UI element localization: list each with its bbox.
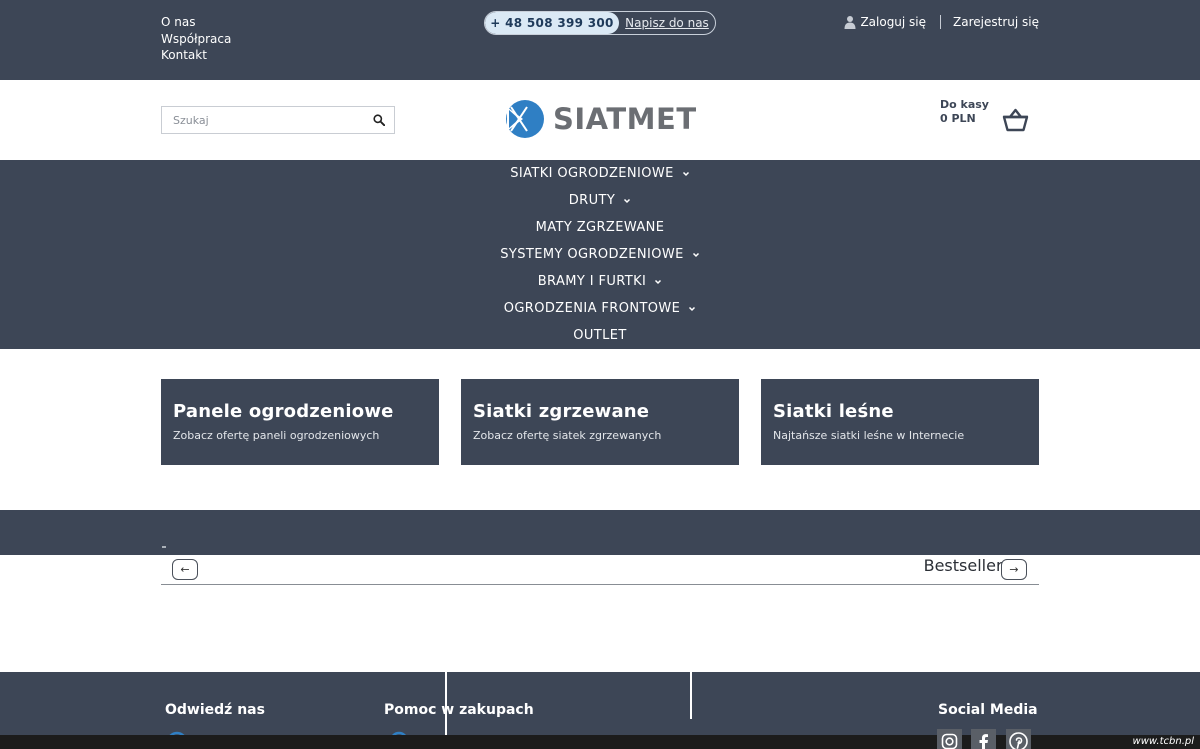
top-links: O nas Współpraca Kontakt [161,14,231,64]
bestsellers-header: ← Bestsellery → [161,555,1039,585]
footer-divider [445,672,447,740]
nav-item[interactable]: SIATKI OGRODZENIOWE [510,160,690,187]
footer-heading-help: Pomoc w zakupach [384,702,534,718]
tile-subtitle: Najtańsze siatki leśne w Internecie [773,429,965,442]
chevron-down-icon [624,198,631,203]
tile-forest-mesh[interactable]: Siatki leśne Najtańsze siatki leśne w In… [761,379,1039,465]
contact-pill: + 48 508 399 300 Napisz do nas [484,11,716,35]
search-input[interactable] [162,107,364,133]
register-link[interactable]: Zarejestruj się [953,15,1039,29]
search-button[interactable] [364,107,394,133]
link-contact[interactable]: Kontakt [161,47,231,64]
nav-item-label: SIATKI OGRODZENIOWE [510,166,674,181]
site-logo[interactable]: SIATMET [505,99,697,139]
tile-panels[interactable]: Panele ogrodzeniowe Zobacz ofertę paneli… [161,379,439,465]
auth-links: Zaloguj się Zarejestruj się [844,15,1039,29]
nav-item-label: MATY ZGRZEWANE [535,220,665,235]
cart-total: 0 PLN [940,112,976,125]
pinterest-icon [1009,732,1028,749]
login-link[interactable]: Zaloguj się [860,15,926,29]
chevron-down-icon [689,306,696,311]
next-arrow-button[interactable]: → [1001,559,1027,580]
instagram-icon [941,733,958,749]
footer-divider [690,672,692,719]
logo-text: SIATMET [553,102,697,136]
write-to-us-link[interactable]: Napisz do nas [619,12,715,34]
phone-button[interactable]: + 48 508 399 300 [485,12,619,34]
pinterest-button[interactable] [1006,729,1031,749]
basket-icon[interactable] [1002,108,1029,132]
main-nav: SIATKI OGRODZENIOWE DRUTY MATY ZGRZEWANE SY… [0,160,1200,349]
facebook-icon [979,734,988,749]
search-icon [373,114,385,126]
nav-item-label: SYSTEMY OGRODZENIOWE [500,247,684,262]
tile-subtitle: Zobacz ofertę siatek zgrzewanych [473,429,662,442]
link-cooperation[interactable]: Współpraca [161,31,231,48]
main-nav-list: SIATKI OGRODZENIOWE DRUTY MATY ZGRZEWANE SY… [0,160,1200,349]
facebook-button[interactable] [971,729,996,749]
link-about[interactable]: O nas [161,14,231,31]
footer-heading-social: Social Media [938,702,1038,718]
bestsellers-title: Bestsellery [923,556,1012,575]
nav-item[interactable]: BRAMY I FURTKI [538,268,663,295]
nav-item[interactable]: OGRODZENIA FRONTOWE [504,295,697,322]
tile-title: Panele ogrodzeniowe [173,401,394,422]
nav-item[interactable]: DRUTY [569,187,631,214]
top-bar: O nas Współpraca Kontakt + 48 508 399 30… [0,0,1200,80]
footer-heading-visit: Odwiedź nas [165,702,265,718]
tile-title: Siatki leśne [773,401,894,422]
search-box [161,106,395,134]
cart-summary[interactable]: Do kasy 0 PLN [940,98,989,126]
nav-item-label: OUTLET [573,328,627,343]
logo-icon [506,100,544,138]
nav-item-label: BRAMY I FURTKI [537,274,647,289]
tile-welded-mesh[interactable]: Siatki zgrzewane Zobacz ofertę siatek zg… [461,379,739,465]
user-icon [844,16,856,29]
carousel-indicator [162,546,166,548]
nav-item[interactable]: OUTLET [573,322,627,349]
nav-item-label: DRUTY [568,193,616,208]
nav-item[interactable]: SYSTEMY OGRODZENIOWE [500,241,699,268]
instagram-button[interactable] [937,729,962,749]
header: SIATMET Do kasy 0 PLN [0,80,1200,160]
chevron-down-icon [682,171,689,176]
banner-band [0,510,1200,555]
tile-title: Siatki zgrzewane [473,401,650,422]
nav-item-label: OGRODZENIA FRONTOWE [503,301,681,316]
chevron-down-icon [655,279,662,284]
prev-arrow-button[interactable]: ← [172,559,198,580]
chevron-down-icon [692,252,699,257]
tile-subtitle: Zobacz ofertę paneli ogrodzeniowych [173,429,380,442]
nav-item[interactable]: MATY ZGRZEWANE [536,214,665,241]
cart-label: Do kasy [940,98,989,111]
divider [940,15,942,29]
watermark-text: www.tcbn.pl [1132,736,1194,747]
